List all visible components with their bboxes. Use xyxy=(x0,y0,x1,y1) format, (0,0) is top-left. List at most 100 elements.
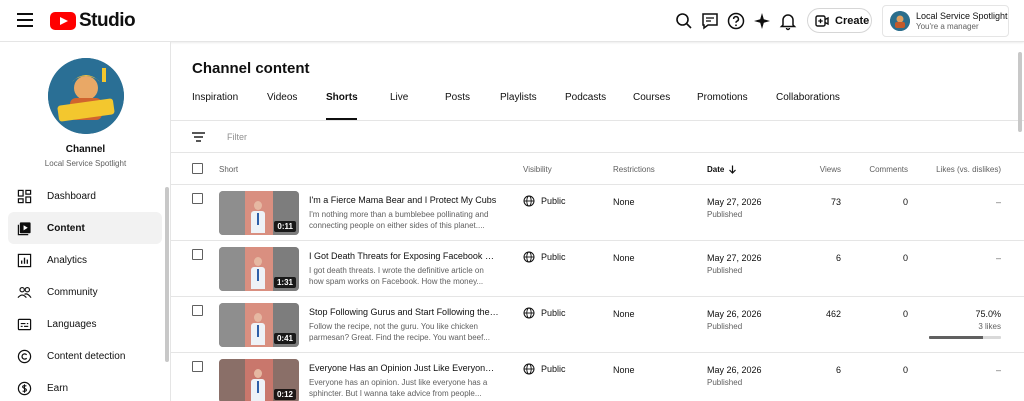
sidebar-nav: Dashboard Content Analytics Community La… xyxy=(8,180,162,401)
create-button[interactable]: Create xyxy=(807,8,872,33)
video-title[interactable]: I Got Death Threats for Exposing Faceboo… xyxy=(309,251,499,261)
tab-shorts[interactable]: Shorts xyxy=(326,92,358,120)
video-duration: 0:12 xyxy=(273,389,296,400)
visibility-cell[interactable]: Public xyxy=(523,195,566,207)
sidebar-item-label: Earn xyxy=(47,382,69,394)
help-icon[interactable] xyxy=(726,11,746,31)
likes-percent: 75.0% xyxy=(975,309,1001,319)
video-title[interactable]: I'm a Fierce Mama Bear and I Protect My … xyxy=(309,195,499,205)
visibility-cell[interactable]: Public xyxy=(523,363,566,375)
tab-live[interactable]: Live xyxy=(390,92,445,120)
video-title[interactable]: Stop Following Gurus and Start Following… xyxy=(309,307,499,317)
sidebar-item-earn[interactable]: Earn xyxy=(8,372,162,401)
top-bar: Studio Create Local Service Spotlight Yo… xyxy=(0,0,1024,42)
copyright-icon xyxy=(17,349,32,363)
tab-inspiration[interactable]: Inspiration xyxy=(192,92,267,120)
likes-value: – xyxy=(995,197,1001,207)
tab-podcasts[interactable]: Podcasts xyxy=(565,92,633,120)
status-value: Published xyxy=(707,322,743,331)
sidebar-item-analytics[interactable]: Analytics xyxy=(8,244,162,276)
search-icon[interactable] xyxy=(674,11,694,31)
likes-value: – xyxy=(995,365,1001,375)
account-switcher[interactable]: Local Service Spotlight You're a manager xyxy=(882,5,1009,37)
content-icon xyxy=(17,221,31,235)
table-row[interactable]: 0:11 I'm a Fierce Mama Bear and I Protec… xyxy=(171,185,1024,241)
tab-playlists[interactable]: Playlists xyxy=(500,92,565,120)
visibility-cell[interactable]: Public xyxy=(523,251,566,263)
notifications-icon[interactable] xyxy=(778,11,798,31)
filter-bar[interactable]: Filter xyxy=(171,121,1024,153)
likes-ratio-fill xyxy=(929,336,983,339)
tab-videos[interactable]: Videos xyxy=(267,92,326,120)
logo-text: Studio xyxy=(79,10,136,31)
views-value: 462 xyxy=(825,309,841,319)
views-value: 6 xyxy=(835,253,841,263)
sidebar-scrollbar[interactable] xyxy=(165,187,169,362)
channel-name: Local Service Spotlight xyxy=(44,159,127,168)
row-checkbox[interactable] xyxy=(192,361,203,372)
column-views: Views xyxy=(819,165,841,174)
menu-icon[interactable] xyxy=(17,13,33,27)
visibility-cell[interactable]: Public xyxy=(523,307,566,319)
video-thumbnail[interactable]: 1:31 xyxy=(219,247,299,291)
restrictions-value: None xyxy=(613,197,635,207)
video-thumbnail[interactable]: 0:12 xyxy=(219,359,299,401)
row-checkbox[interactable] xyxy=(192,305,203,316)
video-description: I'm nothing more than a bumblebee pollin… xyxy=(309,210,489,230)
video-title[interactable]: Everyone Has an Opinion Just Like Everyo… xyxy=(309,363,499,373)
video-thumbnail[interactable]: 0:41 xyxy=(219,303,299,347)
sparkle-icon[interactable] xyxy=(752,11,772,31)
analytics-icon xyxy=(17,253,32,267)
youtube-logo-icon xyxy=(50,12,76,30)
restrictions-value: None xyxy=(613,309,635,319)
sidebar-item-dashboard[interactable]: Dashboard xyxy=(8,180,162,212)
table-row[interactable]: 1:31 I Got Death Threats for Exposing Fa… xyxy=(171,241,1024,297)
feedback-icon[interactable] xyxy=(700,11,720,31)
filter-input[interactable]: Filter xyxy=(227,132,247,142)
video-description: Follow the recipe, not the guru. You lik… xyxy=(309,322,490,342)
restrictions-value: None xyxy=(613,365,635,375)
filter-icon[interactable] xyxy=(192,132,205,142)
avatar xyxy=(890,11,910,31)
sidebar-item-label: Languages xyxy=(47,318,97,330)
column-short: Short xyxy=(219,165,239,174)
video-thumbnail[interactable]: 0:11 xyxy=(219,191,299,235)
account-name: Local Service Spotlight xyxy=(916,11,1008,21)
table-row[interactable]: 0:41 Stop Following Gurus and Start Foll… xyxy=(171,297,1024,353)
table-row[interactable]: 0:12 Everyone Has an Opinion Just Like E… xyxy=(171,353,1024,401)
tab-promotions[interactable]: Promotions xyxy=(697,92,776,120)
row-checkbox[interactable] xyxy=(192,193,203,204)
date-value: May 27, 2026 xyxy=(707,197,762,207)
globe-icon xyxy=(523,195,535,207)
channel-avatar[interactable] xyxy=(48,58,124,134)
select-all-checkbox[interactable] xyxy=(192,163,203,174)
sidebar-item-languages[interactable]: Languages xyxy=(8,308,162,340)
visibility-label: Public xyxy=(541,252,566,262)
main-scrollbar[interactable] xyxy=(1018,52,1022,132)
languages-icon xyxy=(17,318,32,330)
tab-courses[interactable]: Courses xyxy=(633,92,697,120)
sidebar-item-content[interactable]: Content xyxy=(8,212,162,244)
sidebar-item-content-detection[interactable]: Content detection xyxy=(8,340,162,372)
tab-posts[interactable]: Posts xyxy=(445,92,500,120)
sidebar-item-community[interactable]: Community xyxy=(8,276,162,308)
video-duration: 0:41 xyxy=(273,333,296,344)
studio-logo[interactable]: Studio xyxy=(50,10,136,31)
date-value: May 26, 2026 xyxy=(707,365,762,375)
views-value: 6 xyxy=(835,365,841,375)
sidebar-item-label: Analytics xyxy=(47,254,88,266)
likes-count: 3 likes xyxy=(978,322,1001,331)
globe-icon xyxy=(523,251,535,263)
sort-down-icon xyxy=(729,165,737,174)
status-value: Published xyxy=(707,210,743,219)
visibility-label: Public xyxy=(541,308,566,318)
column-date: Date xyxy=(707,165,725,174)
dollar-icon xyxy=(17,381,32,395)
comments-value: 0 xyxy=(902,197,908,207)
tab-collaborations[interactable]: Collaborations xyxy=(776,92,856,120)
visibility-label: Public xyxy=(541,364,566,374)
visibility-label: Public xyxy=(541,196,566,206)
channel-title: Channel xyxy=(65,144,106,155)
row-checkbox[interactable] xyxy=(192,249,203,260)
column-date-sort[interactable]: Date xyxy=(707,165,737,174)
